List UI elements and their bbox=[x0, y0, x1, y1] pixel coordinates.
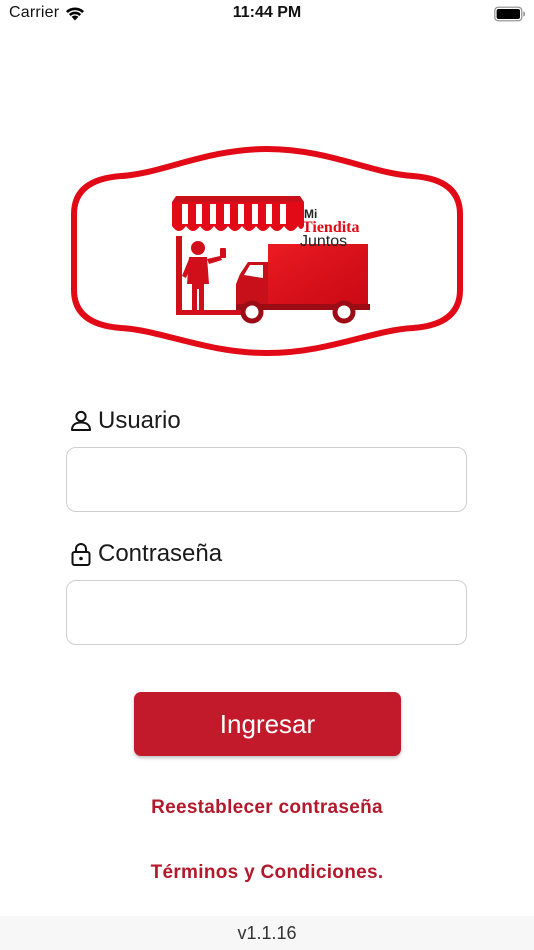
lock-icon bbox=[71, 543, 91, 566]
battery-icon bbox=[494, 6, 525, 22]
password-label-text: Contraseña bbox=[98, 540, 223, 567]
password-label: Contraseña bbox=[68, 539, 222, 569]
login-button[interactable]: Ingresar bbox=[134, 692, 401, 756]
status-bar: Carrier 11:44 PM bbox=[0, 0, 534, 30]
password-input[interactable] bbox=[66, 580, 467, 645]
app-logo: Mi Tiendita Juntos bbox=[71, 145, 463, 357]
username-label: Usuario bbox=[68, 406, 181, 436]
version-label: v1.1.16 bbox=[237, 923, 297, 943]
login-screen: Carrier 11:44 PM Mi Tiendita Juntos Usua… bbox=[0, 0, 534, 950]
terms-link[interactable]: Términos y Condiciones. bbox=[0, 862, 534, 884]
username-input[interactable] bbox=[66, 447, 467, 512]
version-footer: v1.1.16 bbox=[0, 916, 534, 950]
username-label-text: Usuario bbox=[98, 407, 181, 434]
logo-text-juntos: Juntos bbox=[300, 233, 347, 250]
status-time: 11:44 PM bbox=[232, 4, 302, 21]
logo-hexagon-frame bbox=[71, 145, 463, 357]
reset-password-link[interactable]: Reestablecer contraseña bbox=[0, 797, 534, 819]
user-icon bbox=[71, 410, 91, 431]
